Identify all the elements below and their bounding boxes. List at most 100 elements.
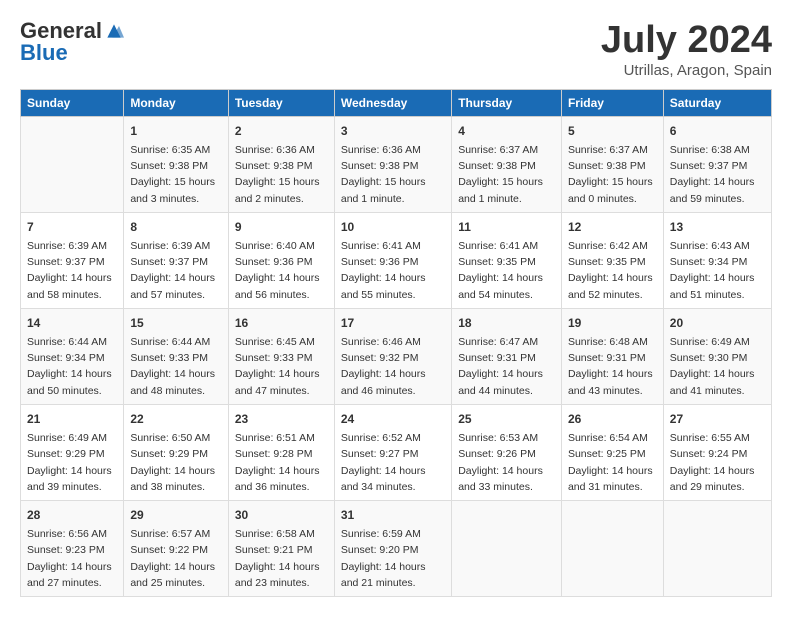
- day-number: 22: [130, 410, 222, 428]
- daylight-text: Daylight: 14 hours and 59 minutes.: [670, 176, 755, 204]
- day-number: 19: [568, 314, 657, 332]
- sunset-text: Sunset: 9:34 PM: [670, 256, 748, 268]
- calendar-cell: 24 Sunrise: 6:52 AM Sunset: 9:27 PM Dayl…: [334, 404, 451, 500]
- daylight-text: Daylight: 14 hours and 38 minutes.: [130, 465, 215, 493]
- day-number: 8: [130, 218, 222, 236]
- calendar-cell: 30 Sunrise: 6:58 AM Sunset: 9:21 PM Dayl…: [228, 501, 334, 597]
- calendar-week-row: 21 Sunrise: 6:49 AM Sunset: 9:29 PM Dayl…: [21, 404, 772, 500]
- sunrise-text: Sunrise: 6:51 AM: [235, 432, 315, 444]
- calendar-cell: 2 Sunrise: 6:36 AM Sunset: 9:38 PM Dayli…: [228, 116, 334, 212]
- sunrise-text: Sunrise: 6:37 AM: [568, 144, 648, 156]
- day-number: 5: [568, 122, 657, 140]
- day-number: 15: [130, 314, 222, 332]
- daylight-text: Daylight: 14 hours and 51 minutes.: [670, 272, 755, 300]
- cell-content: Sunrise: 6:39 AM Sunset: 9:37 PM Dayligh…: [27, 238, 117, 303]
- sunset-text: Sunset: 9:37 PM: [130, 256, 208, 268]
- cell-content: Sunrise: 6:51 AM Sunset: 9:28 PM Dayligh…: [235, 430, 328, 495]
- sunrise-text: Sunrise: 6:36 AM: [341, 144, 421, 156]
- daylight-text: Daylight: 14 hours and 57 minutes.: [130, 272, 215, 300]
- daylight-text: Daylight: 14 hours and 58 minutes.: [27, 272, 112, 300]
- sunset-text: Sunset: 9:25 PM: [568, 448, 646, 460]
- daylight-text: Daylight: 14 hours and 43 minutes.: [568, 368, 653, 396]
- cell-content: Sunrise: 6:37 AM Sunset: 9:38 PM Dayligh…: [568, 142, 657, 207]
- sunrise-text: Sunrise: 6:42 AM: [568, 240, 648, 252]
- sunrise-text: Sunrise: 6:47 AM: [458, 336, 538, 348]
- calendar-cell: 12 Sunrise: 6:42 AM Sunset: 9:35 PM Dayl…: [561, 212, 663, 308]
- logo: General Blue: [20, 20, 124, 64]
- sunset-text: Sunset: 9:22 PM: [130, 544, 208, 556]
- daylight-text: Daylight: 14 hours and 27 minutes.: [27, 561, 112, 589]
- day-number: 9: [235, 218, 328, 236]
- sunset-text: Sunset: 9:26 PM: [458, 448, 536, 460]
- calendar-cell: 17 Sunrise: 6:46 AM Sunset: 9:32 PM Dayl…: [334, 308, 451, 404]
- sunrise-text: Sunrise: 6:54 AM: [568, 432, 648, 444]
- cell-content: Sunrise: 6:56 AM Sunset: 9:23 PM Dayligh…: [27, 526, 117, 591]
- calendar-cell: 8 Sunrise: 6:39 AM Sunset: 9:37 PM Dayli…: [124, 212, 229, 308]
- daylight-text: Daylight: 14 hours and 41 minutes.: [670, 368, 755, 396]
- calendar-cell: 15 Sunrise: 6:44 AM Sunset: 9:33 PM Dayl…: [124, 308, 229, 404]
- calendar-cell: 25 Sunrise: 6:53 AM Sunset: 9:26 PM Dayl…: [452, 404, 562, 500]
- sunset-text: Sunset: 9:37 PM: [670, 160, 748, 172]
- sunset-text: Sunset: 9:38 PM: [458, 160, 536, 172]
- sunset-text: Sunset: 9:36 PM: [235, 256, 313, 268]
- cell-content: Sunrise: 6:42 AM Sunset: 9:35 PM Dayligh…: [568, 238, 657, 303]
- sunset-text: Sunset: 9:35 PM: [458, 256, 536, 268]
- calendar-cell: 18 Sunrise: 6:47 AM Sunset: 9:31 PM Dayl…: [452, 308, 562, 404]
- calendar-cell: 7 Sunrise: 6:39 AM Sunset: 9:37 PM Dayli…: [21, 212, 124, 308]
- calendar-cell: 13 Sunrise: 6:43 AM Sunset: 9:34 PM Dayl…: [663, 212, 771, 308]
- sunset-text: Sunset: 9:33 PM: [235, 352, 313, 364]
- sunset-text: Sunset: 9:23 PM: [27, 544, 105, 556]
- daylight-text: Daylight: 14 hours and 21 minutes.: [341, 561, 426, 589]
- daylight-text: Daylight: 14 hours and 33 minutes.: [458, 465, 543, 493]
- calendar-cell: 28 Sunrise: 6:56 AM Sunset: 9:23 PM Dayl…: [21, 501, 124, 597]
- daylight-text: Daylight: 15 hours and 2 minutes.: [235, 176, 320, 204]
- day-number: 10: [341, 218, 445, 236]
- daylight-text: Daylight: 14 hours and 29 minutes.: [670, 465, 755, 493]
- day-number: 6: [670, 122, 765, 140]
- sunrise-text: Sunrise: 6:35 AM: [130, 144, 210, 156]
- sunset-text: Sunset: 9:29 PM: [130, 448, 208, 460]
- day-number: 7: [27, 218, 117, 236]
- daylight-text: Daylight: 14 hours and 39 minutes.: [27, 465, 112, 493]
- sunset-text: Sunset: 9:36 PM: [341, 256, 419, 268]
- sunset-text: Sunset: 9:38 PM: [341, 160, 419, 172]
- title-block: July 2024 Utrillas, Aragon, Spain: [601, 20, 772, 79]
- calendar-cell: 10 Sunrise: 6:41 AM Sunset: 9:36 PM Dayl…: [334, 212, 451, 308]
- header-tuesday: Tuesday: [228, 89, 334, 116]
- daylight-text: Daylight: 14 hours and 56 minutes.: [235, 272, 320, 300]
- day-number: 25: [458, 410, 555, 428]
- daylight-text: Daylight: 14 hours and 34 minutes.: [341, 465, 426, 493]
- calendar-cell: 31 Sunrise: 6:59 AM Sunset: 9:20 PM Dayl…: [334, 501, 451, 597]
- daylight-text: Daylight: 15 hours and 1 minute.: [341, 176, 426, 204]
- sunset-text: Sunset: 9:21 PM: [235, 544, 313, 556]
- cell-content: Sunrise: 6:38 AM Sunset: 9:37 PM Dayligh…: [670, 142, 765, 207]
- cell-content: Sunrise: 6:49 AM Sunset: 9:29 PM Dayligh…: [27, 430, 117, 495]
- sunrise-text: Sunrise: 6:49 AM: [27, 432, 107, 444]
- daylight-text: Daylight: 14 hours and 31 minutes.: [568, 465, 653, 493]
- sunset-text: Sunset: 9:20 PM: [341, 544, 419, 556]
- sunset-text: Sunset: 9:33 PM: [130, 352, 208, 364]
- calendar-week-row: 14 Sunrise: 6:44 AM Sunset: 9:34 PM Dayl…: [21, 308, 772, 404]
- daylight-text: Daylight: 14 hours and 46 minutes.: [341, 368, 426, 396]
- calendar-cell: [21, 116, 124, 212]
- cell-content: Sunrise: 6:40 AM Sunset: 9:36 PM Dayligh…: [235, 238, 328, 303]
- daylight-text: Daylight: 14 hours and 36 minutes.: [235, 465, 320, 493]
- day-number: 28: [27, 506, 117, 524]
- cell-content: Sunrise: 6:50 AM Sunset: 9:29 PM Dayligh…: [130, 430, 222, 495]
- cell-content: Sunrise: 6:49 AM Sunset: 9:30 PM Dayligh…: [670, 334, 765, 399]
- cell-content: Sunrise: 6:35 AM Sunset: 9:38 PM Dayligh…: [130, 142, 222, 207]
- day-number: 12: [568, 218, 657, 236]
- cell-content: Sunrise: 6:41 AM Sunset: 9:36 PM Dayligh…: [341, 238, 445, 303]
- day-number: 20: [670, 314, 765, 332]
- calendar-cell: 6 Sunrise: 6:38 AM Sunset: 9:37 PM Dayli…: [663, 116, 771, 212]
- calendar-cell: 26 Sunrise: 6:54 AM Sunset: 9:25 PM Dayl…: [561, 404, 663, 500]
- sunrise-text: Sunrise: 6:38 AM: [670, 144, 750, 156]
- sunrise-text: Sunrise: 6:50 AM: [130, 432, 210, 444]
- calendar-cell: 3 Sunrise: 6:36 AM Sunset: 9:38 PM Dayli…: [334, 116, 451, 212]
- sunrise-text: Sunrise: 6:44 AM: [27, 336, 107, 348]
- cell-content: Sunrise: 6:39 AM Sunset: 9:37 PM Dayligh…: [130, 238, 222, 303]
- calendar-cell: 27 Sunrise: 6:55 AM Sunset: 9:24 PM Dayl…: [663, 404, 771, 500]
- day-number: 4: [458, 122, 555, 140]
- cell-content: Sunrise: 6:36 AM Sunset: 9:38 PM Dayligh…: [341, 142, 445, 207]
- header-monday: Monday: [124, 89, 229, 116]
